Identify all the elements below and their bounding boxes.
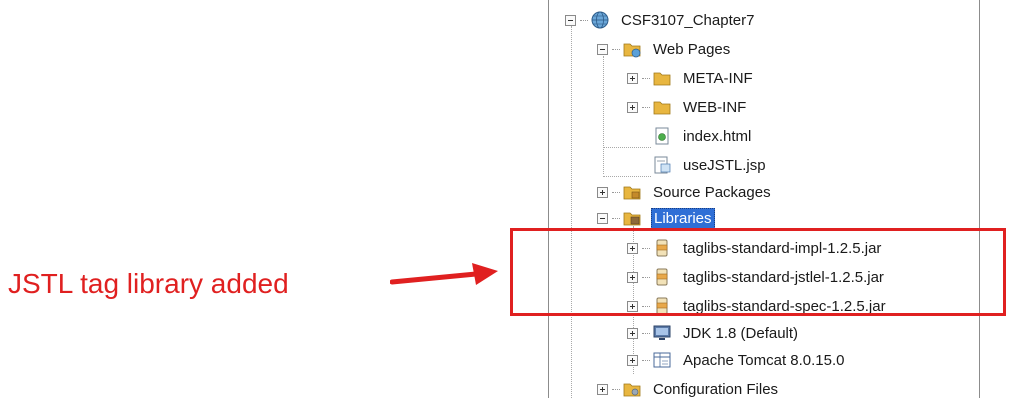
tree-node-label: index.html: [683, 127, 752, 145]
tree-node-label: useJSTL.jsp: [683, 156, 766, 174]
tree-node-index-html[interactable]: index.html: [653, 122, 753, 150]
web-pages-folder-icon: [623, 43, 641, 58]
html-file-icon: [655, 127, 669, 145]
tree-node-tomcat[interactable]: Apache Tomcat 8.0.15.0: [627, 346, 847, 374]
jdk-icon: [653, 325, 671, 340]
source-packages-icon: [623, 186, 641, 200]
expand-toggle[interactable]: [597, 383, 608, 395]
tree-node-label: Apache Tomcat 8.0.15.0: [683, 351, 845, 369]
tree-node-project[interactable]: CSF3107_Chapter7: [565, 6, 756, 34]
folder-icon: [653, 101, 671, 115]
tree-node-label: Web Pages: [653, 40, 731, 58]
tree-node-jdk[interactable]: JDK 1.8 (Default): [627, 319, 800, 347]
tree-guide-line: [603, 56, 604, 174]
tree-node-web-inf[interactable]: WEB-INF: [627, 93, 748, 121]
expand-toggle[interactable]: [597, 186, 608, 198]
project-tree-panel: CSF3107_Chapter7 Web Pages META-INF WEB-…: [548, 0, 980, 398]
tree-node-label: Configuration Files: [653, 380, 779, 398]
tree-node-label: CSF3107_Chapter7: [621, 11, 755, 29]
folder-icon: [653, 72, 671, 86]
tree-node-label-selected: Libraries: [651, 207, 715, 229]
tree-node-configuration-files[interactable]: Configuration Files: [597, 375, 780, 403]
jsp-file-icon: [654, 156, 671, 174]
highlight-box: [510, 228, 1006, 316]
expand-toggle[interactable]: [627, 354, 638, 366]
collapse-toggle[interactable]: [597, 212, 608, 224]
tree-node-label: Source Packages: [653, 183, 771, 201]
tree-node-usejstl-jsp[interactable]: useJSTL.jsp: [653, 151, 768, 179]
arrow-right-icon: [390, 263, 498, 285]
collapse-toggle[interactable]: [597, 43, 608, 55]
web-project-icon: [591, 11, 609, 29]
tree-node-source-packages[interactable]: Source Packages: [597, 178, 773, 206]
annotation-label: JSTL tag library added: [8, 268, 289, 299]
tree-node-label: META-INF: [683, 69, 753, 87]
expand-toggle[interactable]: [627, 327, 638, 339]
tree-guide-line: [571, 26, 572, 398]
tree-node-web-pages[interactable]: Web Pages: [597, 35, 732, 63]
tree-guide-stub: [603, 147, 651, 148]
expand-toggle[interactable]: [627, 101, 638, 113]
libraries-folder-icon: [623, 212, 641, 226]
collapse-toggle[interactable]: [565, 14, 576, 26]
tree-node-label: JDK 1.8 (Default): [683, 324, 799, 342]
tree-node-label: WEB-INF: [683, 98, 747, 116]
tree-node-meta-inf[interactable]: META-INF: [627, 64, 755, 92]
configuration-folder-icon: [623, 383, 641, 397]
expand-toggle[interactable]: [627, 72, 638, 84]
server-library-icon: [653, 352, 671, 368]
tree-guide-stub: [603, 176, 651, 177]
